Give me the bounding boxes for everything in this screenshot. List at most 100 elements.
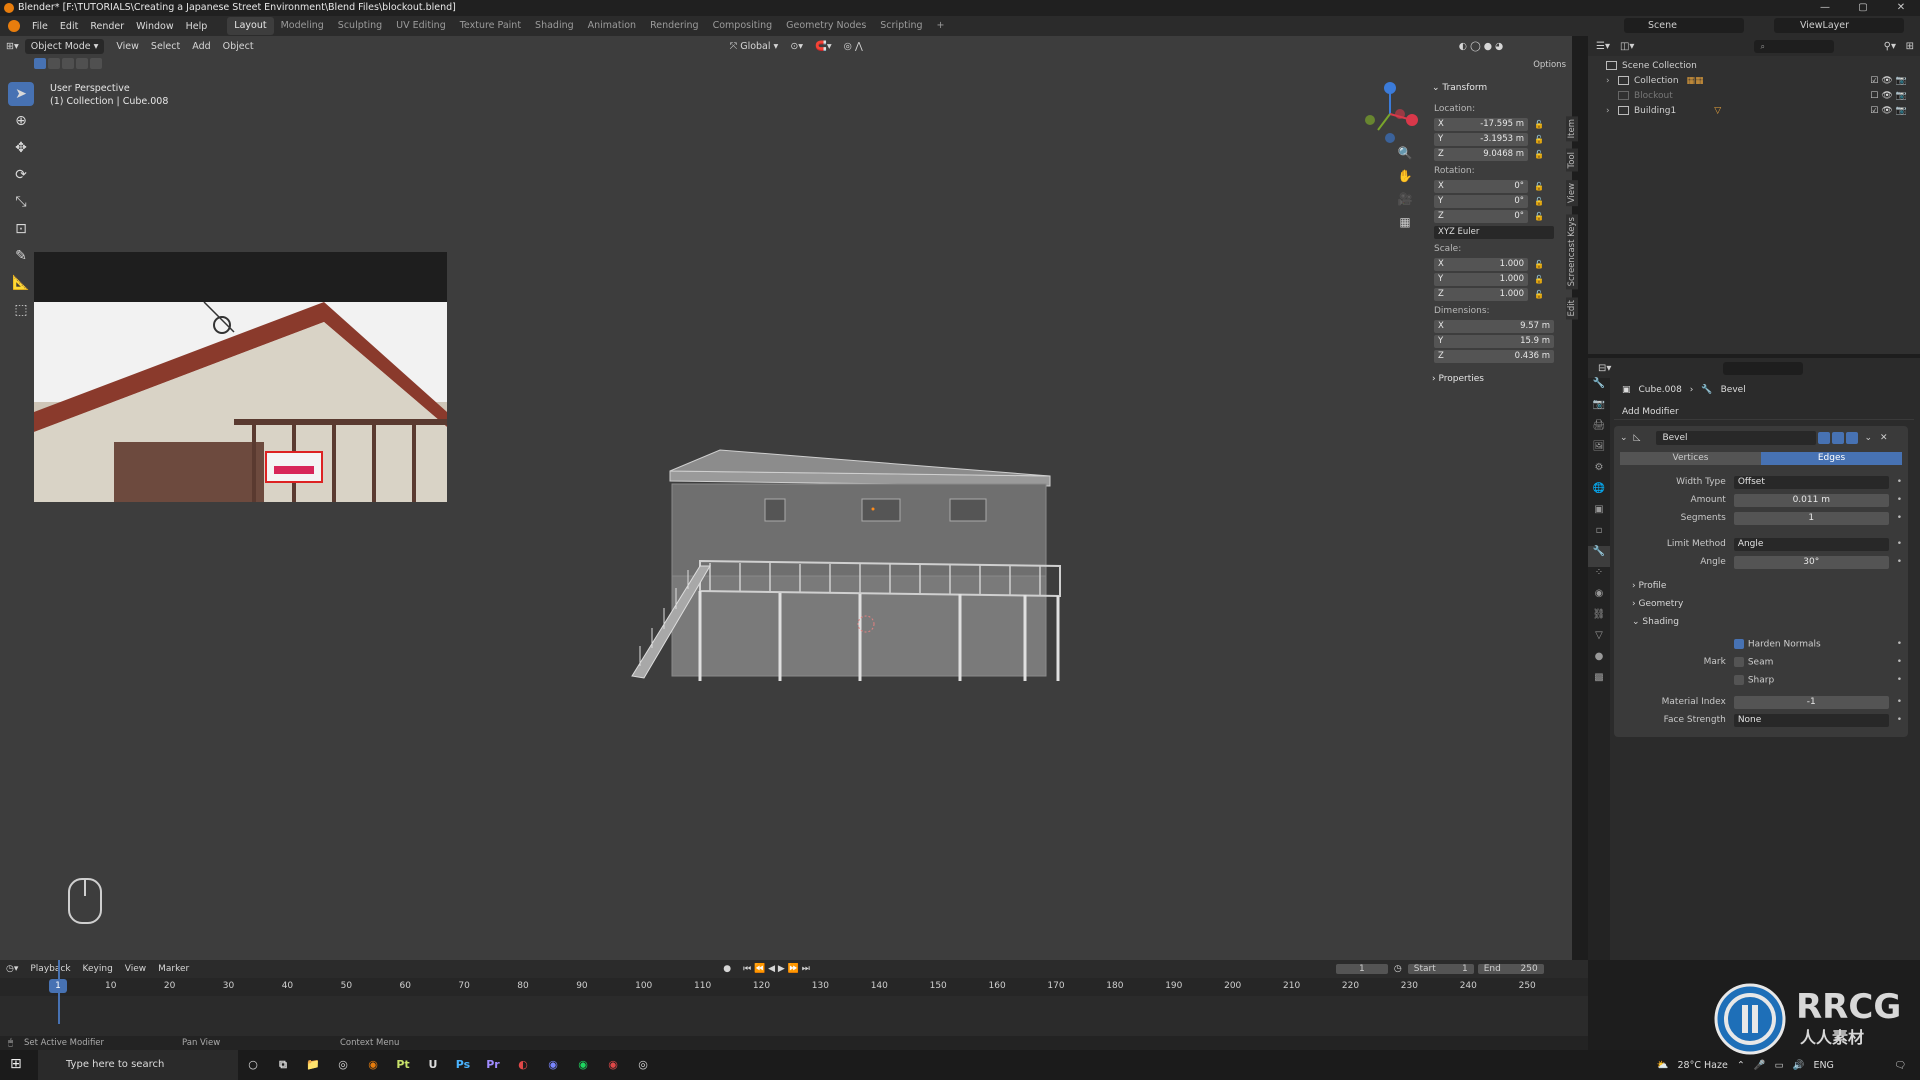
constraints-tab-icon[interactable]: ⛓: [1588, 609, 1610, 630]
photoshop-icon[interactable]: Ps: [448, 1050, 478, 1080]
tab-edit[interactable]: Edit: [1566, 297, 1578, 320]
proportional-edit-icon[interactable]: ◎ ⋀: [844, 41, 863, 52]
file-explorer-icon[interactable]: 📁: [298, 1050, 328, 1080]
harden-normals-checkbox[interactable]: Harden Normals: [1733, 638, 1889, 649]
properties-subpanel[interactable]: › Properties: [1428, 371, 1562, 390]
editor-type-icon[interactable]: ⊟▾: [1598, 363, 1611, 374]
scene-collection-row[interactable]: Scene Collection: [1588, 58, 1920, 73]
tab-scripting[interactable]: Scripting: [873, 17, 929, 35]
tab-uv-editing[interactable]: UV Editing: [389, 17, 453, 35]
snap-icon[interactable]: 🧲▾: [815, 41, 832, 52]
lock-icon[interactable]: 🔓: [1534, 212, 1544, 221]
mark-sharp-checkbox[interactable]: Sharp: [1733, 674, 1889, 685]
mark-seam-checkbox[interactable]: Seam: [1733, 656, 1889, 667]
davinci-icon[interactable]: ◐: [508, 1050, 538, 1080]
tab-geometry-nodes[interactable]: Geometry Nodes: [779, 17, 873, 35]
select-box-icon[interactable]: ➤: [8, 82, 34, 106]
options-dropdown[interactable]: Options: [1533, 60, 1566, 70]
menu-object[interactable]: Object: [223, 41, 254, 52]
editor-type-icon[interactable]: ☰▾: [1596, 41, 1610, 52]
add-workspace-button[interactable]: +: [930, 17, 952, 35]
edit-mode-toggle-icon[interactable]: [1818, 432, 1831, 444]
lock-icon[interactable]: 🔓: [1534, 135, 1544, 144]
substance-painter-icon[interactable]: Pt: [388, 1050, 418, 1080]
menu-edit[interactable]: Edit: [54, 21, 84, 32]
current-frame-field[interactable]: 1: [1335, 964, 1388, 974]
location-y-field[interactable]: Y -3.1953 m 🔓: [1434, 132, 1562, 146]
notification-icon[interactable]: 🗨: [1894, 1060, 1906, 1071]
tab-modeling[interactable]: Modeling: [274, 17, 331, 35]
profile-subpanel[interactable]: › Profile: [1620, 577, 1902, 595]
tab-item[interactable]: Item: [1566, 116, 1578, 142]
tab-animation[interactable]: Animation: [581, 17, 643, 35]
camera-view-icon[interactable]: 🎥: [1394, 192, 1416, 215]
weather-text[interactable]: 28°C Haze: [1678, 1060, 1728, 1071]
playback-controls[interactable]: ⏮ ⏪ ◀ ▶ ⏩ ⏭: [743, 964, 810, 974]
tab-sculpting[interactable]: Sculpting: [331, 17, 389, 35]
recorder-icon[interactable]: ◉: [598, 1050, 628, 1080]
shading-subpanel[interactable]: ⌄ Shading: [1620, 613, 1902, 631]
minimize-button[interactable]: —: [1806, 0, 1844, 16]
network-icon[interactable]: ▭: [1775, 1060, 1784, 1071]
measure-icon[interactable]: 📐: [8, 271, 34, 295]
render-tab-icon[interactable]: 📷: [1588, 399, 1610, 420]
tab-rendering[interactable]: Rendering: [643, 17, 706, 35]
windows-start-icon[interactable]: ⊞: [10, 1056, 22, 1072]
width-type-dropdown[interactable]: Offset: [1733, 475, 1889, 489]
menu-marker[interactable]: Marker: [158, 964, 189, 974]
tab-shading[interactable]: Shading: [528, 17, 581, 35]
editor-type-icon[interactable]: ⊞▾: [6, 41, 19, 52]
navigation-gizmo[interactable]: [1356, 80, 1424, 148]
orientation-dropdown[interactable]: ⤧ Global ▾: [730, 41, 779, 52]
affect-edges-button[interactable]: Edges: [1761, 452, 1902, 465]
unreal-engine-icon[interactable]: U: [418, 1050, 448, 1080]
volume-icon[interactable]: 🔊: [1793, 1060, 1805, 1071]
tab-view[interactable]: View: [1566, 179, 1578, 207]
menu-help[interactable]: Help: [180, 21, 214, 32]
view-layer-tab-icon[interactable]: 🖼: [1588, 441, 1610, 462]
material-index-field[interactable]: -1: [1733, 695, 1889, 709]
scale-x-field[interactable]: X 1.000 🔓: [1434, 257, 1562, 271]
new-collection-icon[interactable]: ⊞: [1906, 41, 1914, 52]
building-model[interactable]: [630, 436, 1090, 696]
world-tab-icon[interactable]: 🌐: [1588, 483, 1610, 504]
expand-arrow-icon[interactable]: ›: [1606, 106, 1618, 116]
add-cube-icon[interactable]: ⬚: [8, 298, 34, 322]
microphone-icon[interactable]: 🎤: [1754, 1060, 1766, 1071]
select-extend-icon[interactable]: [48, 58, 60, 69]
scale-z-field[interactable]: Z 1.000 🔓: [1434, 287, 1562, 301]
lock-icon[interactable]: 🔓: [1534, 275, 1544, 284]
record-icon[interactable]: ●: [723, 964, 731, 974]
taskbar-search-input[interactable]: Type here to search: [38, 1050, 238, 1080]
pivot-icon[interactable]: ⊙▾: [790, 41, 803, 52]
lock-icon[interactable]: 🔓: [1534, 260, 1544, 269]
limit-method-dropdown[interactable]: Angle: [1733, 537, 1889, 551]
3d-viewport[interactable]: ⊞▾ Object Mode ▾ View Select Add Object …: [0, 36, 1578, 960]
dimension-y-field[interactable]: Y 15.9 m: [1434, 334, 1562, 348]
zoom-icon[interactable]: 🔍: [1394, 146, 1416, 169]
tab-compositing[interactable]: Compositing: [706, 17, 780, 35]
lock-icon[interactable]: 🔓: [1534, 197, 1544, 206]
cortana-icon[interactable]: ○: [238, 1050, 268, 1080]
material-tab-icon[interactable]: ●: [1588, 651, 1610, 672]
dimension-x-field[interactable]: X 9.57 m: [1434, 319, 1562, 333]
language-indicator[interactable]: ENG: [1813, 1060, 1833, 1071]
collapse-arrow-icon[interactable]: ⌄: [1620, 433, 1628, 443]
geometry-subpanel[interactable]: › Geometry: [1620, 595, 1902, 613]
filter-icon[interactable]: ⚲▾: [1884, 41, 1896, 52]
cursor-icon[interactable]: ⊕: [8, 109, 34, 133]
move-icon[interactable]: ✥: [8, 136, 34, 160]
location-z-field[interactable]: Z 9.0468 m 🔓: [1434, 147, 1562, 161]
rotation-x-field[interactable]: X 0° 🔓: [1434, 179, 1562, 193]
select-invert-icon[interactable]: [76, 58, 88, 69]
tab-tool[interactable]: Tool: [1566, 149, 1578, 172]
pan-hand-icon[interactable]: ✋: [1394, 169, 1416, 192]
frame-ruler[interactable]: 1102030405060708090100110120130140150160…: [0, 978, 1588, 996]
output-tab-icon[interactable]: 🖨: [1588, 420, 1610, 441]
menu-render[interactable]: Render: [84, 21, 130, 32]
editor-type-icon[interactable]: ◷▾: [6, 964, 18, 974]
display-mode-icon[interactable]: ◫▾: [1620, 41, 1634, 52]
transform-icon[interactable]: ⊡: [8, 217, 34, 241]
particles-tab-icon[interactable]: ⁘: [1588, 567, 1610, 588]
outliner-row-blockout[interactable]: Blockout ☐👁📷: [1588, 88, 1920, 103]
